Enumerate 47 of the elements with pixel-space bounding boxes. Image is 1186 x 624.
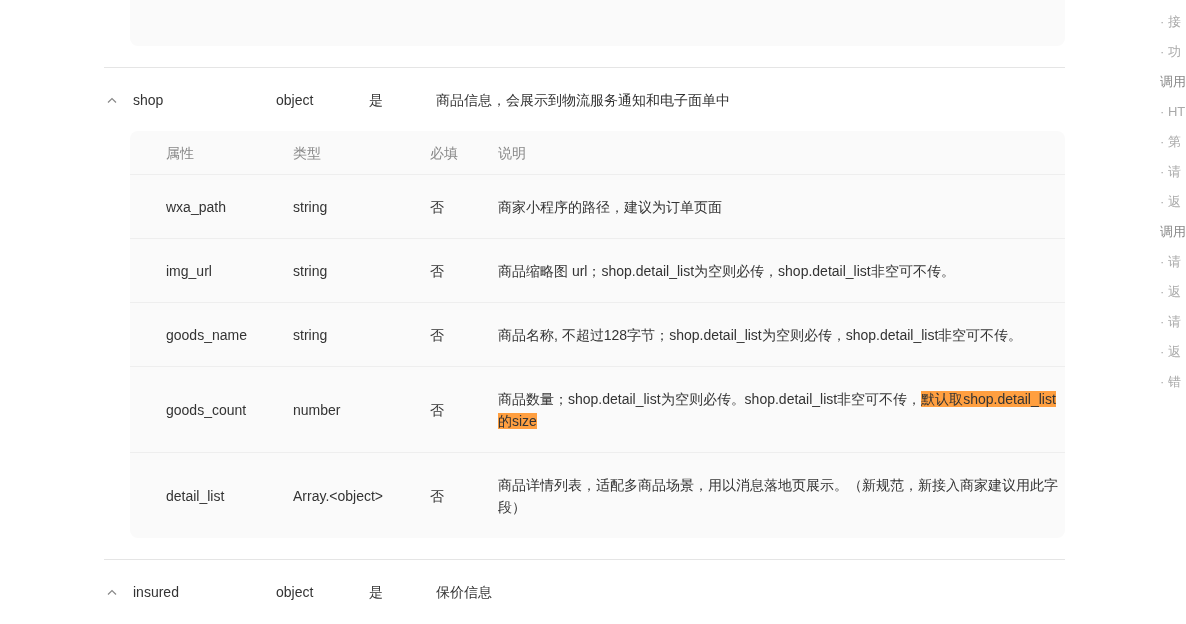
table-cell-text: wxa_path — [166, 197, 227, 217]
column-header: 类型 — [293, 143, 322, 163]
toc-link[interactable]: · 请 — [1160, 162, 1186, 192]
column-header: 说明 — [498, 143, 527, 163]
table-cell-text: goods_name — [166, 325, 248, 345]
field-type: object — [276, 90, 315, 110]
table-cell-text: 商品详情列表，适配多商品场景，用以消息落地页展示。（新规范，新接入商家建议用此字段） — [498, 475, 1059, 517]
field-description: 商品信息，会展示到物流服务通知和电子面单中 — [436, 90, 731, 110]
table-cell-text: 商品名称, 不超过128字节；shop.detail_list为空则必传，shop.detail_list非空可不传。 — [498, 325, 1024, 345]
table-cell-text: string — [293, 261, 329, 281]
field-required: 是 — [369, 582, 384, 602]
table-cell-text: 否 — [430, 486, 445, 506]
caret-icon[interactable] — [107, 588, 117, 595]
toc-link[interactable]: · 返 — [1160, 282, 1186, 312]
toc-link[interactable]: · 功 — [1160, 42, 1186, 72]
toc-link[interactable]: · 第 — [1160, 132, 1186, 162]
table-cell-text: 否 — [430, 261, 445, 281]
table-cell-text: goods_count — [166, 400, 248, 420]
table-cell-text: string — [293, 197, 329, 217]
toc-link[interactable]: · 请 — [1160, 252, 1186, 282]
field-description: 保价信息 — [436, 582, 493, 602]
toc-link[interactable]: · 返 — [1160, 192, 1186, 222]
column-header: 属性 — [166, 143, 195, 163]
table-cell-text: number — [293, 400, 342, 420]
toc-heading[interactable]: 调用 — [1160, 72, 1186, 102]
toc-link[interactable]: · HT — [1160, 102, 1186, 132]
table-cell-text: 否 — [430, 400, 445, 420]
toc-heading[interactable]: 调用 — [1160, 222, 1186, 252]
toc-link[interactable]: · 请 — [1160, 312, 1186, 342]
table-cell-text: detail_list — [166, 486, 226, 506]
toc-link[interactable]: · 接 — [1160, 12, 1186, 42]
table-cell-text: img_url — [166, 261, 213, 281]
table-cell-text: 商家小程序的路径，建议为订单页面 — [498, 197, 723, 217]
table-cell-text: 商品数量；shop.detail_list为空则必传。shop.detail_list非空可不传，默认取shop.detail_list的size — [498, 389, 1057, 431]
table-cell-text: 否 — [430, 197, 445, 217]
table-cell-text: string — [293, 325, 329, 345]
field-type: object — [276, 582, 315, 602]
toc-link[interactable]: · 返 — [1160, 342, 1186, 372]
table-cell-text: 商品缩略图 url；shop.detail_list为空则必传，shop.detail_list非空可不传。 — [498, 261, 956, 281]
table-cell-text: 否 — [430, 325, 445, 345]
toc-link[interactable]: · 错 — [1160, 372, 1186, 402]
field-name: insured — [133, 582, 180, 602]
field-required: 是 — [369, 90, 384, 110]
table-cell-text: Array.<object> — [293, 486, 384, 506]
column-header: 必填 — [430, 143, 459, 163]
caret-icon[interactable] — [107, 96, 117, 103]
field-name: shop — [133, 90, 165, 110]
